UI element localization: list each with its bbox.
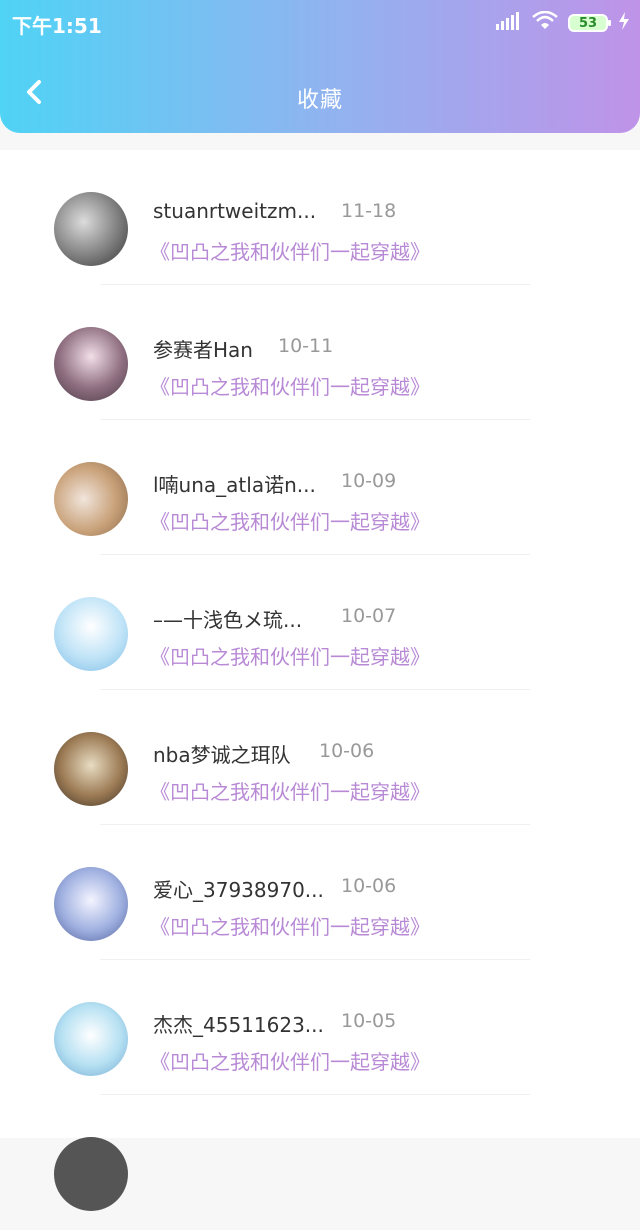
battery-icon: 53 — [568, 14, 611, 32]
user-name: stuanrtweitzm... — [153, 199, 317, 223]
nav-bar: 收藏 — [0, 60, 640, 130]
avatar — [54, 732, 128, 806]
favorite-date: 10-09 — [341, 470, 397, 492]
favorite-date: 10-05 — [341, 1010, 397, 1032]
avatar — [54, 192, 128, 266]
avatar — [54, 597, 128, 671]
avatar — [54, 1137, 128, 1211]
list-item[interactable]: stuanrtweitzm... 11-18 《凹凸之我和伙伴们一起穿越》 — [0, 150, 640, 285]
charging-icon — [618, 12, 630, 34]
user-name: 参赛者Han — [153, 338, 253, 362]
list-item[interactable]: 参赛者Han 10-11 《凹凸之我和伙伴们一起穿越》 — [0, 285, 640, 420]
work-title[interactable]: 《凹凸之我和伙伴们一起穿越》 — [150, 911, 430, 940]
page-title: 收藏 — [296, 88, 343, 113]
list-item[interactable]: nba梦诚之珥队 10-06 《凹凸之我和伙伴们一起穿越》 — [0, 690, 640, 825]
list-item[interactable]: –—十浅色メ琉... 10-07 《凹凸之我和伙伴们一起穿越》 — [0, 555, 640, 690]
avatar — [54, 327, 128, 401]
status-bar: 下午1:51 53 — [0, 0, 640, 46]
list-item[interactable]: l喃una_atla诺n... 10-09 《凹凸之我和伙伴们一起穿越》 — [0, 420, 640, 555]
list-item[interactable]: 杰杰_45511623... 10-05 《凹凸之我和伙伴们一起穿越》 — [0, 960, 640, 1095]
work-title[interactable]: 《凹凸之我和伙伴们一起穿越》 — [150, 506, 430, 535]
work-title[interactable]: 《凹凸之我和伙伴们一起穿越》 — [150, 776, 430, 805]
avatar — [54, 867, 128, 941]
favorites-list: stuanrtweitzm... 11-18 《凹凸之我和伙伴们一起穿越》 参赛… — [0, 150, 640, 1211]
user-name: nba梦诚之珥队 — [153, 743, 291, 767]
avatar — [54, 1002, 128, 1076]
favorite-date: 10-06 — [341, 875, 397, 897]
user-name: –—十浅色メ琉... — [153, 608, 303, 632]
list-item[interactable]: 爱心_37938970... 10-06 《凹凸之我和伙伴们一起穿越》 — [0, 825, 640, 960]
user-name: 爱心_37938970... — [153, 878, 324, 902]
work-title[interactable]: 《凹凸之我和伙伴们一起穿越》 — [150, 236, 430, 265]
favorite-date: 10-06 — [319, 740, 375, 762]
list-item-partial[interactable] — [0, 1095, 640, 1230]
work-title[interactable]: 《凹凸之我和伙伴们一起穿越》 — [150, 371, 430, 400]
user-name: l喃una_atla诺n... — [153, 473, 316, 497]
avatar — [54, 462, 128, 536]
favorite-date: 10-07 — [341, 605, 397, 627]
user-name: 杰杰_45511623... — [153, 1013, 324, 1037]
favorite-date: 10-11 — [278, 335, 334, 357]
wifi-icon — [532, 10, 558, 35]
header: 下午1:51 53 收藏 — [0, 0, 640, 133]
work-title[interactable]: 《凹凸之我和伙伴们一起穿越》 — [150, 1046, 430, 1075]
status-icons: 53 — [496, 10, 630, 36]
signal-icon — [496, 12, 522, 34]
status-time: 下午1:51 — [12, 14, 102, 38]
work-title[interactable]: 《凹凸之我和伙伴们一起穿越》 — [150, 641, 430, 670]
favorite-date: 11-18 — [341, 200, 397, 222]
